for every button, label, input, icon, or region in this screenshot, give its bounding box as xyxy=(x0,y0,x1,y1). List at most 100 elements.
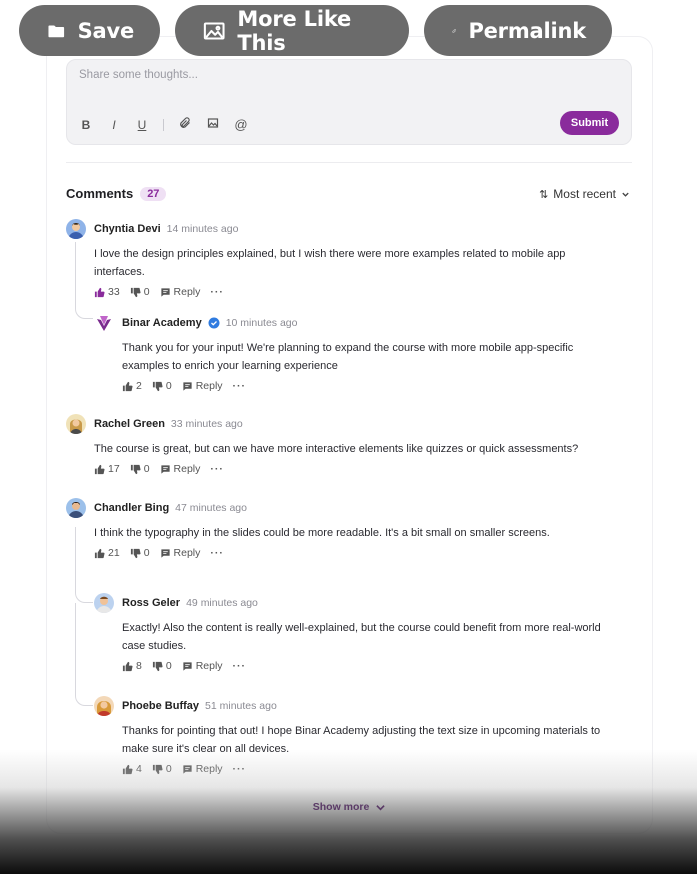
avatar xyxy=(66,414,86,434)
reply-label: Reply xyxy=(173,547,201,559)
comment-text: Thanks for pointing that out! I hope Bin… xyxy=(122,725,601,755)
comment-time: 49 minutes ago xyxy=(186,597,258,609)
more-like-this-button[interactable]: More Like This xyxy=(175,5,409,56)
comment-actions: 17 0 Reply ··· xyxy=(94,463,224,475)
more-options-icon[interactable]: ··· xyxy=(233,380,247,392)
toolbar-divider xyxy=(163,118,164,131)
like-button[interactable]: 4 xyxy=(122,763,142,775)
dislike-count: 0 xyxy=(143,286,150,298)
comment-author[interactable]: Ross Geler xyxy=(122,597,180,609)
comment-meta: Rachel Green 33 minutes ago xyxy=(94,418,243,430)
reply-icon xyxy=(160,464,170,474)
submit-button[interactable]: Submit xyxy=(560,111,619,135)
comment-meta: Phoebe Buffay 51 minutes ago xyxy=(122,700,277,712)
comment-text: I love the design principles explained, … xyxy=(94,248,566,278)
thumbs-up-icon xyxy=(122,661,133,671)
dislike-button[interactable]: 0 xyxy=(130,463,150,475)
show-more-button[interactable]: Show more xyxy=(47,801,652,813)
reply-button[interactable]: Reply xyxy=(182,380,223,392)
permalink-label: Permalink xyxy=(468,18,586,43)
reply-label: Reply xyxy=(195,763,223,775)
comment-meta: Ross Geler 49 minutes ago xyxy=(122,597,258,609)
like-button[interactable]: 21 xyxy=(94,547,120,559)
permalink-button[interactable]: Permalink xyxy=(424,5,612,56)
comment-actions: 8 0 Reply ··· xyxy=(122,660,246,672)
more-like-this-label: More Like This xyxy=(237,6,352,55)
comments-card: Share some thoughts... B I U @ Submit Co… xyxy=(47,37,652,833)
like-button[interactable]: 17 xyxy=(94,463,120,475)
avatar xyxy=(94,593,114,613)
comment-composer[interactable]: Share some thoughts... B I U @ Submit xyxy=(66,59,632,145)
reply-button[interactable]: Reply xyxy=(160,547,201,559)
thumbs-down-icon xyxy=(130,287,141,297)
avatar xyxy=(66,219,86,239)
thread-line xyxy=(75,242,93,319)
avatar xyxy=(94,696,114,716)
sort-dropdown[interactable]: ⇅ Most recent xyxy=(539,187,630,201)
thread-line xyxy=(75,527,93,603)
reply-icon xyxy=(183,661,192,671)
more-options-icon[interactable]: ··· xyxy=(210,286,224,298)
sort-label: Most recent xyxy=(553,187,616,201)
comment-author[interactable]: Chandler Bing xyxy=(94,502,169,514)
chevron-down-icon xyxy=(622,192,629,197)
bold-button[interactable]: B xyxy=(79,118,93,132)
avatar xyxy=(66,498,86,518)
link-icon xyxy=(452,28,457,33)
comment-author[interactable]: Rachel Green xyxy=(94,418,165,430)
dislike-count: 0 xyxy=(165,380,172,392)
dislike-button[interactable]: 0 xyxy=(152,660,172,672)
reply-button[interactable]: Reply xyxy=(182,660,223,672)
comment-author[interactable]: Phoebe Buffay xyxy=(122,700,199,712)
like-count: 33 xyxy=(108,286,120,298)
dislike-button[interactable]: 0 xyxy=(152,380,172,392)
composer-placeholder: Share some thoughts... xyxy=(79,69,198,81)
comment-time: 33 minutes ago xyxy=(170,418,243,430)
thumbs-down-icon xyxy=(130,464,141,474)
dislike-button[interactable]: 0 xyxy=(130,286,150,298)
underline-button[interactable]: U xyxy=(135,118,149,132)
thread-line xyxy=(75,603,93,706)
save-button[interactable]: Save xyxy=(19,5,160,56)
sort-icon: ⇅ xyxy=(539,188,549,201)
thumbs-down-icon xyxy=(152,764,163,774)
comment-text: The course is great, but can we have mor… xyxy=(94,443,579,455)
like-button[interactable]: 2 xyxy=(122,380,142,392)
thumbs-up-icon xyxy=(122,764,133,774)
thumbs-up-icon xyxy=(94,287,105,297)
comment-meta: Binar Academy 10 minutes ago xyxy=(122,317,298,329)
formatting-toolbar: B I U @ xyxy=(79,117,248,132)
more-options-icon[interactable]: ··· xyxy=(210,547,224,559)
like-count: 21 xyxy=(108,547,120,559)
mention-icon[interactable]: @ xyxy=(234,117,248,132)
reply-button[interactable]: Reply xyxy=(160,463,201,475)
comment-author[interactable]: Binar Academy xyxy=(122,317,202,329)
avatar xyxy=(94,313,114,333)
comment-author[interactable]: Chyntia Devi xyxy=(94,223,161,235)
reply-icon xyxy=(183,381,192,391)
like-count: 2 xyxy=(136,380,142,392)
reply-label: Reply xyxy=(195,660,223,672)
more-options-icon[interactable]: ··· xyxy=(210,463,224,475)
more-options-icon[interactable]: ··· xyxy=(233,763,247,775)
comment-time: 47 minutes ago xyxy=(175,502,247,514)
more-options-icon[interactable]: ··· xyxy=(233,660,247,672)
image-icon xyxy=(203,22,225,39)
reply-button[interactable]: Reply xyxy=(160,286,200,298)
reply-label: Reply xyxy=(173,463,201,475)
comment-time: 51 minutes ago xyxy=(205,700,277,712)
reply-button[interactable]: Reply xyxy=(182,763,223,775)
save-button-label: Save xyxy=(77,18,135,43)
dislike-button[interactable]: 0 xyxy=(130,547,150,559)
attach-icon[interactable] xyxy=(178,117,192,132)
dislike-button[interactable]: 0 xyxy=(152,763,172,775)
like-button[interactable]: 8 xyxy=(122,660,142,672)
folder-icon xyxy=(48,25,65,37)
comment-time: 10 minutes ago xyxy=(225,317,298,329)
verified-icon xyxy=(208,317,220,329)
italic-button[interactable]: I xyxy=(107,118,121,132)
comment-actions: 4 0 Reply ··· xyxy=(122,763,246,775)
image-icon[interactable] xyxy=(206,117,220,132)
like-button[interactable]: 33 xyxy=(94,286,120,298)
thumbs-up-icon xyxy=(94,548,105,558)
